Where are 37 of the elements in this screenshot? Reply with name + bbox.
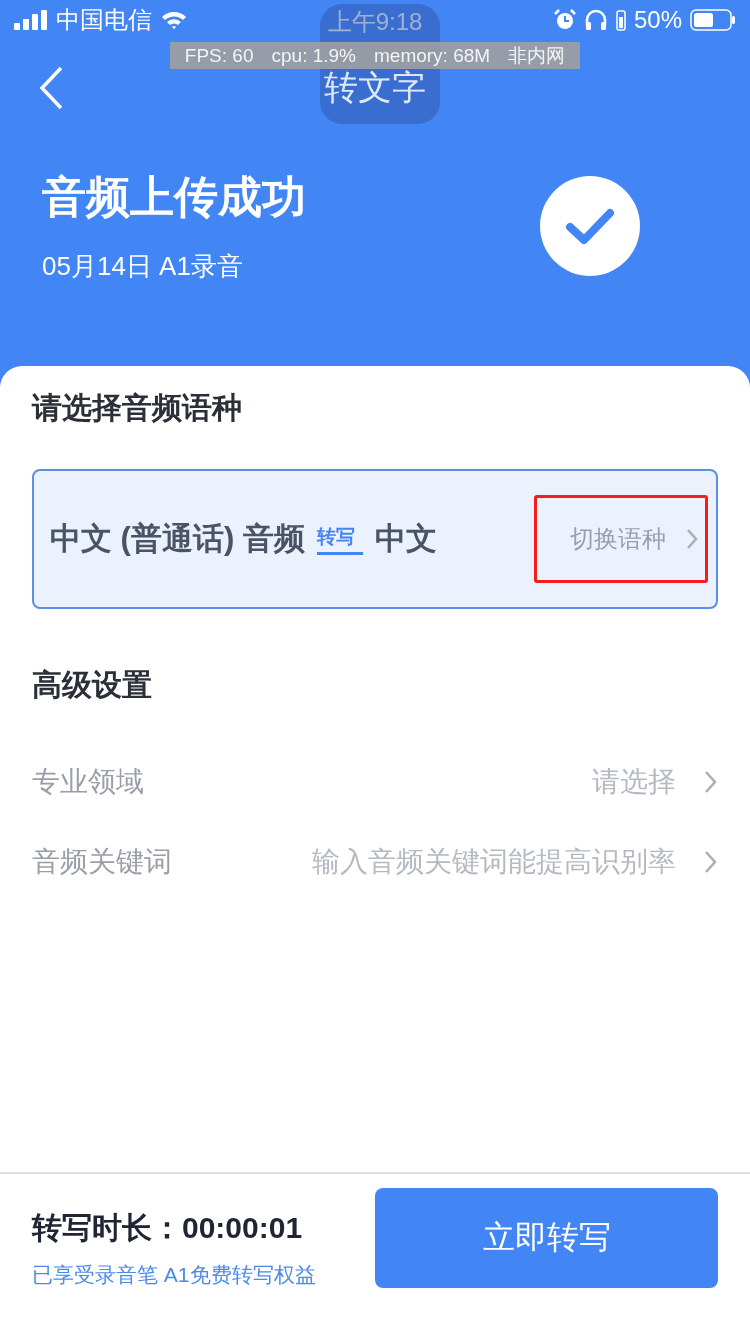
carrier-name: 中国电信 xyxy=(56,5,152,35)
signal-icon xyxy=(14,10,48,30)
transcribe-arrow-label: 转写 xyxy=(316,523,363,555)
target-language: 中文 xyxy=(374,520,437,558)
check-circle-icon xyxy=(540,176,640,276)
row-value: 输入音频关键词能提高识别率 xyxy=(312,845,676,879)
benefit-note: 已享受录音笔 A1免费转写权益 xyxy=(32,1262,316,1288)
language-card[interactable]: 中文 (普通话) 音频 转写 中文 切换语种 xyxy=(32,469,718,609)
upload-success-title: 音频上传成功 xyxy=(42,171,306,223)
settings-row[interactable]: 专业领域 请选择 xyxy=(32,742,718,822)
headphones-icon xyxy=(583,9,608,31)
battery-charge-icon xyxy=(615,9,626,31)
debug-stat: memory: 68M xyxy=(374,44,491,67)
switch-language-button[interactable]: 切换语种 xyxy=(534,495,708,583)
debug-stat: FPS: 60 xyxy=(184,44,254,67)
settings-row[interactable]: 音频关键词 输入音频关键词能提高识别率 xyxy=(32,822,718,902)
chevron-icon xyxy=(686,528,698,550)
section-title: 高级设置 xyxy=(32,667,153,703)
battery-percent: 50% xyxy=(633,6,682,34)
chevron-icon xyxy=(704,850,718,874)
debug-stat: 非内网 xyxy=(508,43,566,68)
chevron-icon xyxy=(704,770,718,794)
debug-stat: cpu: 1.9% xyxy=(271,44,356,67)
back-button[interactable] xyxy=(38,66,64,110)
recording-date: 05月14日 A1录音 xyxy=(42,250,244,283)
status-time: 上午9:18 xyxy=(327,7,423,37)
transcribe-now-button[interactable]: 立即转写 xyxy=(375,1188,718,1288)
page-title: 转文字 xyxy=(324,67,426,108)
source-language: 中文 (普通话) 音频 xyxy=(50,520,305,558)
section-title: 请选择音频语种 xyxy=(32,390,243,426)
row-label: 音频关键词 xyxy=(32,845,172,879)
row-label: 专业领域 xyxy=(32,765,144,799)
transcription-duration: 转写时长：00:00:01 xyxy=(32,1210,304,1246)
row-value: 请选择 xyxy=(592,765,676,799)
wifi-icon xyxy=(160,10,188,30)
alarm-icon xyxy=(553,9,576,31)
battery-icon xyxy=(690,9,736,31)
